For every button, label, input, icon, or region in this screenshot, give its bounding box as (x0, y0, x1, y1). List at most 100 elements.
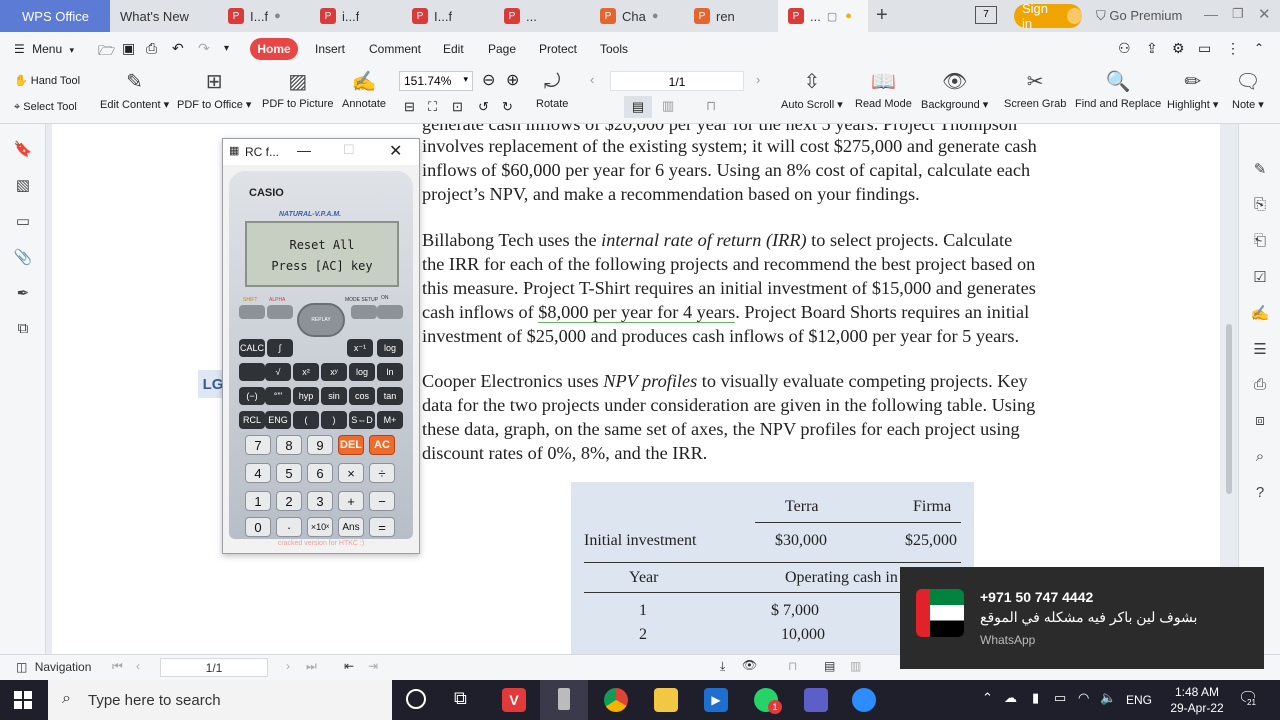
forward-icon[interactable]: ⇥ (368, 659, 378, 673)
wps-taskbar-icon[interactable]: V (502, 688, 526, 712)
auto-scroll-button[interactable]: ⇳ Auto Scroll ▾ (781, 70, 843, 111)
prev-page-icon[interactable]: ‹ (590, 72, 594, 87)
last-page-icon[interactable]: ⏭ (306, 659, 317, 674)
gear-icon[interactable]: ⚙ (1172, 40, 1185, 57)
read-mode-button[interactable]: 📖 Read Mode (855, 70, 912, 110)
navigation-button[interactable]: ◫ Navigation (16, 660, 91, 674)
find-replace-button[interactable]: 🔍 Find and Replace (1075, 70, 1161, 110)
page-field[interactable]: 1/1 (160, 658, 268, 677)
ac-key[interactable]: AC (369, 435, 395, 455)
hand-tool-button[interactable]: ✋ Hand Tool (14, 74, 80, 87)
select-tool-button[interactable]: ⌖ Select Tool (14, 101, 77, 114)
tan-key[interactable]: tan (377, 387, 403, 405)
export-icon[interactable]: ⇪ (1146, 40, 1158, 57)
tab-insert[interactable]: Insert (315, 42, 345, 56)
taskbar-search-input[interactable]: ⌕ Type here to search (48, 680, 392, 720)
language-indicator[interactable]: ENG (1126, 693, 1152, 707)
minimize-button[interactable]: — (297, 142, 311, 158)
go-premium-button[interactable]: ⛉ Go Premium (1096, 8, 1182, 24)
help-icon[interactable]: ? (1250, 484, 1270, 501)
exp-key[interactable]: ×10ˣ (307, 517, 333, 537)
calc-key[interactable]: CALC (239, 339, 265, 357)
bookmark-icon[interactable]: 🔖 (13, 140, 33, 158)
whatsapp-notification[interactable]: +971 50 747 4442 بشوف لين باكر فيه مشكله… (900, 567, 1264, 669)
equals-key[interactable]: = (369, 517, 395, 537)
cos-key[interactable]: cos (349, 387, 375, 405)
sign-in-button[interactable]: Sign in (1014, 1, 1082, 31)
fit-width-icon[interactable]: ⊡ (452, 99, 463, 115)
multiply-key[interactable]: × (338, 463, 364, 483)
key-3[interactable]: 3 (307, 491, 333, 511)
usb-icon[interactable]: ▮ (1032, 690, 1039, 706)
power-key[interactable]: xʸ (321, 363, 347, 381)
menu-button[interactable]: ☰ Menu ▾ (14, 42, 74, 56)
m-plus-key[interactable]: M+ (377, 411, 403, 429)
integral-key[interactable]: ∫ (267, 339, 293, 357)
layer-icon[interactable]: ⧉ (13, 320, 33, 337)
actual-size-icon[interactable]: ⊟ (404, 99, 415, 115)
more-icon[interactable]: ⋮ (1226, 40, 1240, 57)
fraction-key[interactable] (239, 363, 265, 381)
shift-key[interactable] (239, 305, 265, 319)
plus-key[interactable]: + (338, 491, 364, 511)
pdf-convert-icon[interactable]: ⎘ (1250, 196, 1270, 213)
minus-key[interactable]: − (369, 491, 395, 511)
background-button[interactable]: 👁 Background ▾ (921, 70, 988, 111)
log-base-key[interactable]: log (377, 339, 403, 357)
open-paren-key[interactable]: ( (293, 411, 319, 429)
chevron-up-icon[interactable]: ⌃ (1254, 41, 1264, 55)
workspace-icon[interactable]: 7 (975, 6, 997, 24)
close-button[interactable]: ✕ (1258, 5, 1271, 23)
chat-icon[interactable]: ▭ (1198, 40, 1211, 57)
tab-doc-active[interactable]: P ... ▢ ● (778, 0, 868, 32)
thumbnail-icon[interactable]: ▧ (13, 176, 33, 194)
highlight-button[interactable]: ✏ Highlight ▾ (1167, 70, 1218, 111)
key-0[interactable]: 0 (245, 517, 271, 537)
two-page-icon[interactable]: ▥ (662, 98, 674, 114)
tab-doc-1[interactable]: P I...f ● (218, 0, 310, 32)
next-page-icon[interactable]: › (756, 72, 760, 87)
key-1[interactable]: 1 (245, 491, 271, 511)
zoom-icon[interactable] (852, 688, 876, 712)
chrome-icon[interactable] (604, 688, 628, 712)
tab-edit[interactable]: Edit (443, 42, 464, 56)
rotate-right-icon[interactable]: ↻ (502, 99, 513, 115)
task-view-icon[interactable]: ⧉ (454, 688, 467, 709)
zoom-in-icon[interactable]: ⊕ (506, 70, 519, 90)
chevron-up-icon[interactable]: ⌃ (982, 690, 993, 706)
ln-key[interactable]: ln (377, 363, 403, 381)
calculator-taskbar-item[interactable] (540, 680, 588, 720)
square-key[interactable]: x² (293, 363, 319, 381)
continuous-icon[interactable]: ⊓ (788, 659, 797, 673)
pdf-to-picture-button[interactable]: ▨ PDF to Picture (262, 70, 334, 110)
pdf-export-icon[interactable]: ⎗ (1250, 232, 1270, 249)
close-paren-key[interactable]: ) (321, 411, 347, 429)
fit-page-icon[interactable]: ⛶ (428, 99, 437, 115)
close-icon[interactable]: ● (652, 10, 659, 22)
eng-key[interactable]: ENG (265, 411, 291, 429)
edit-pen-icon[interactable]: ✎ (1250, 160, 1270, 178)
notification-center-icon[interactable]: 🗨 21 (1238, 688, 1258, 708)
tab-whats-new[interactable]: What's New (110, 0, 218, 32)
volume-icon[interactable]: 🔈 (1100, 690, 1116, 706)
del-key[interactable]: DEL (338, 435, 364, 455)
back-icon[interactable]: ⇤ (344, 659, 354, 673)
edit-content-button[interactable]: ✎ Edit Content ▾ (100, 70, 169, 111)
decimal-key[interactable]: · (276, 517, 302, 537)
replay-dpad[interactable]: REPLAY (297, 303, 345, 337)
maximize-button[interactable]: ☐ (343, 142, 355, 158)
cloud-icon[interactable]: ☁ (1004, 690, 1017, 706)
ans-key[interactable]: Ans (338, 517, 364, 537)
export-page-icon[interactable]: ⤓ (720, 659, 725, 674)
tab-doc-2[interactable]: P i...f (310, 0, 402, 32)
key-4[interactable]: 4 (245, 463, 271, 483)
tab-doc-4[interactable]: P ... (494, 0, 586, 32)
undo-icon[interactable]: ↶ (172, 40, 184, 57)
tab-tools[interactable]: Tools (600, 42, 628, 56)
page-number-field[interactable]: 1/1 (610, 71, 744, 91)
comment-icon[interactable]: ▭ (13, 212, 33, 230)
tab-doc-6[interactable]: P ren (684, 0, 776, 32)
tab-doc-5[interactable]: P Cha ● (590, 0, 682, 32)
clock[interactable]: 1:48 AM 29-Apr-22 (1164, 684, 1230, 716)
single-page-icon[interactable]: ▤ (624, 96, 652, 118)
